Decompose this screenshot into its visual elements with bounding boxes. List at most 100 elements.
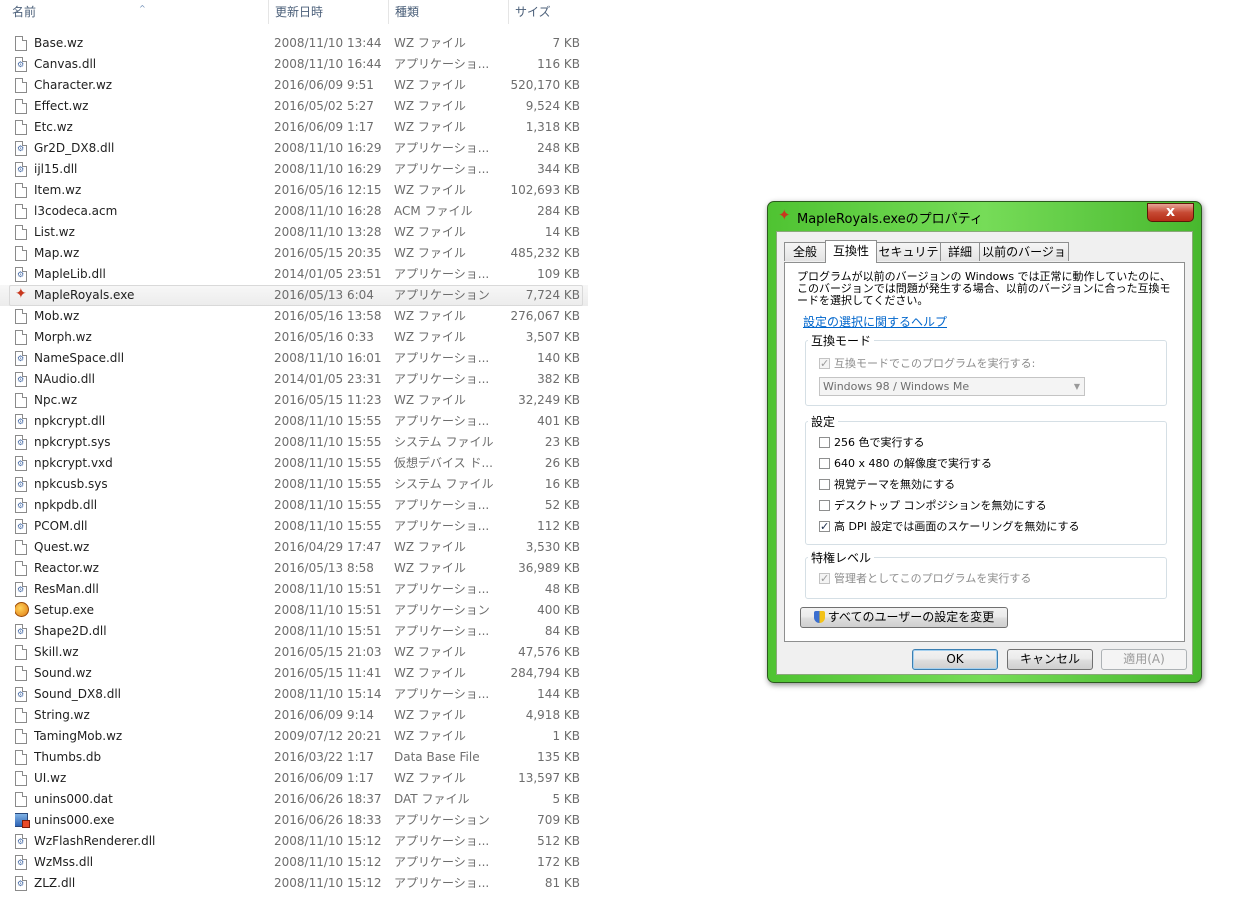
column-header-size[interactable]: サイズ <box>508 0 588 24</box>
column-header-type[interactable]: 種類 <box>388 0 508 24</box>
file-row[interactable]: Morph.wz 2016/05/16 0:33 WZ ファイル 3,507 KB <box>0 327 588 348</box>
tab-general[interactable]: 全般 <box>784 242 826 261</box>
file-row[interactable]: Mob.wz 2016/05/16 13:58 WZ ファイル 276,067 KB <box>0 306 588 327</box>
file-row[interactable]: PCOM.dll 2008/11/10 15:55 アプリケーショ... 112 KB <box>0 516 588 537</box>
file-row[interactable]: npkpdb.dll 2008/11/10 15:55 アプリケーショ... 52 K… <box>0 495 588 516</box>
file-date: 2016/06/09 9:14 <box>274 708 374 722</box>
file-row[interactable]: ✦ MapleRoyals.exe 2016/05/13 6:04 アプリケーション 7… <box>0 285 588 306</box>
file-type: WZ ファイル <box>394 666 466 680</box>
column-header-date[interactable]: 更新日時 <box>268 0 388 24</box>
file-row[interactable]: unins000.exe 2016/06/26 18:33 アプリケーション 709 … <box>0 810 588 831</box>
option-disable-visual-themes[interactable]: 視覚テーマを無効にする <box>819 477 955 493</box>
file-size: 26 KB <box>544 456 580 470</box>
dll-file-icon <box>15 264 31 285</box>
file-row[interactable]: Skill.wz 2016/05/15 21:03 WZ ファイル 47,576 KB <box>0 642 588 663</box>
file-size: 382 KB <box>537 372 580 386</box>
compat-mode-checkbox[interactable]: 互換モードでこのプログラムを実行する: <box>819 356 1035 372</box>
file-type: WZ ファイル <box>394 225 466 239</box>
option-disable-desktop-composition[interactable]: デスクトップ コンポジションを無効にする <box>819 498 1047 514</box>
option-disable-dpi-scaling[interactable]: 高 DPI 設定では画面のスケーリングを無効にする <box>819 519 1079 535</box>
file-size: 1 KB <box>552 729 580 743</box>
file-row[interactable]: ijl15.dll 2008/11/10 16:29 アプリケーショ... 344 K… <box>0 159 588 180</box>
file-row[interactable]: Sound.wz 2016/05/15 11:41 WZ ファイル 284,794 K… <box>0 663 588 684</box>
file-row[interactable]: Map.wz 2016/05/15 20:35 WZ ファイル 485,232 KB <box>0 243 588 264</box>
file-row[interactable]: Setup.exe 2008/11/10 15:51 アプリケーション 400 KB <box>0 600 588 621</box>
file-date: 2016/06/26 18:33 <box>274 813 382 827</box>
file-row[interactable]: Thumbs.db 2016/03/22 1:17 Data Base File 13… <box>0 747 588 768</box>
tab-details[interactable]: 詳細 <box>940 242 980 261</box>
file-row[interactable]: Etc.wz 2016/06/09 1:17 WZ ファイル 1,318 KB <box>0 117 588 138</box>
ok-button[interactable]: OK <box>912 649 998 670</box>
tab-compatibility[interactable]: 互換性 <box>825 240 877 263</box>
checkbox-checked-icon <box>819 356 830 372</box>
run-as-admin-checkbox[interactable]: 管理者としてこのプログラムを実行する <box>819 571 1031 587</box>
compat-os-select[interactable]: Windows 98 / Windows Me ▼ <box>819 377 1085 396</box>
file-row[interactable]: Canvas.dll 2008/11/10 16:44 アプリケーショ... 116 … <box>0 54 588 75</box>
file-row[interactable]: ResMan.dll 2008/11/10 15:51 アプリケーショ... 48 K… <box>0 579 588 600</box>
file-type: アプリケーショ... <box>394 351 490 365</box>
file-row[interactable]: Shape2D.dll 2008/11/10 15:51 アプリケーショ... 84 … <box>0 621 588 642</box>
file-row[interactable]: UI.wz 2016/06/09 1:17 WZ ファイル 13,597 KB <box>0 768 588 789</box>
help-link[interactable]: 設定の選択に関するヘルプ <box>803 313 947 330</box>
file-size: 23 KB <box>544 435 580 449</box>
file-row[interactable]: Reactor.wz 2016/05/13 8:58 WZ ファイル 36,989 K… <box>0 558 588 579</box>
file-row[interactable]: List.wz 2008/11/10 13:28 WZ ファイル 14 KB <box>0 222 588 243</box>
apply-button[interactable]: 適用(A) <box>1101 649 1187 670</box>
file-row[interactable]: WzFlashRenderer.dll 2008/11/10 15:12 アプリケー… <box>0 831 588 852</box>
file-row[interactable]: Sound_DX8.dll 2008/11/10 15:14 アプリケーショ... 1… <box>0 684 588 705</box>
file-type: アプリケーション <box>394 603 490 617</box>
file-row[interactable]: String.wz 2016/06/09 9:14 WZ ファイル 4,918 KB <box>0 705 588 726</box>
file-date: 2016/05/13 8:58 <box>274 561 374 575</box>
dll-file-icon <box>15 348 31 369</box>
file-type: アプリケーショ... <box>394 687 490 701</box>
column-header-name[interactable]: 名前 ^ <box>6 0 268 24</box>
file-name: npkcusb.sys <box>34 477 108 491</box>
file-icon <box>15 663 31 684</box>
tab-previous-versions[interactable]: 以前のバージョン <box>979 242 1069 278</box>
file-row[interactable]: Effect.wz 2016/05/02 5:27 WZ ファイル 9,524 KB <box>0 96 588 117</box>
file-date: 2014/01/05 23:51 <box>274 267 382 281</box>
file-date: 2016/05/15 11:41 <box>274 666 382 680</box>
compat-mode-group-label: 互換モード <box>808 332 875 349</box>
file-row[interactable]: npkcusb.sys 2008/11/10 15:55 システム ファイル 16 K… <box>0 474 588 495</box>
setup-app-icon <box>15 600 31 621</box>
change-all-users-button[interactable]: すべてのユーザーの設定を変更 <box>800 607 1008 628</box>
file-icon <box>15 726 31 747</box>
file-row[interactable]: ZLZ.dll 2008/11/10 15:12 アプリケーショ... 81 KB <box>0 873 588 894</box>
close-button[interactable]: x <box>1147 203 1194 222</box>
file-size: 112 KB <box>537 519 580 533</box>
file-row[interactable]: NameSpace.dll 2008/11/10 16:01 アプリケーショ... 1… <box>0 348 588 369</box>
chevron-down-icon: ▼ <box>1073 382 1080 391</box>
tab-security[interactable]: セキュリティ <box>876 242 941 278</box>
file-name: unins000.exe <box>34 813 115 827</box>
file-row[interactable]: WzMss.dll 2008/11/10 15:12 アプリケーショ... 172 K… <box>0 852 588 873</box>
file-date: 2008/11/10 15:14 <box>274 687 382 701</box>
file-row[interactable]: Npc.wz 2016/05/15 11:23 WZ ファイル 32,249 KB <box>0 390 588 411</box>
file-row[interactable]: Quest.wz 2016/04/29 17:47 WZ ファイル 3,530 KB <box>0 537 588 558</box>
file-row[interactable]: MapleLib.dll 2014/01/05 23:51 アプリケーショ... 10… <box>0 264 588 285</box>
file-row[interactable]: npkcrypt.vxd 2008/11/10 15:55 仮想デバイス ド... 2… <box>0 453 588 474</box>
file-row[interactable]: TamingMob.wz 2009/07/12 20:21 WZ ファイル 1 KB <box>0 726 588 747</box>
file-row[interactable]: npkcrypt.dll 2008/11/10 15:55 アプリケーショ... 40… <box>0 411 588 432</box>
file-row[interactable]: Base.wz 2008/11/10 13:44 WZ ファイル 7 KB <box>0 33 588 54</box>
dll-file-icon <box>15 621 31 642</box>
dialog-titlebar[interactable]: ✦ MapleRoyals.exeのプロパティ x <box>768 202 1201 230</box>
file-date: 2008/11/10 13:28 <box>274 225 382 239</box>
file-date: 2008/11/10 15:55 <box>274 435 382 449</box>
file-row[interactable]: npkcrypt.sys 2008/11/10 15:55 システム ファイル 23 … <box>0 432 588 453</box>
option-256-colors[interactable]: 256 色で実行する <box>819 435 925 451</box>
cancel-button[interactable]: キャンセル <box>1007 649 1093 670</box>
file-row[interactable]: unins000.dat 2016/06/26 18:37 DAT ファイル 5 KB <box>0 789 588 810</box>
file-row[interactable]: NAudio.dll 2014/01/05 23:31 アプリケーショ... 382 … <box>0 369 588 390</box>
file-row[interactable]: Character.wz 2016/06/09 9:51 WZ ファイル 520,17… <box>0 75 588 96</box>
file-size: 284,794 KB <box>510 666 580 680</box>
dll-file-icon <box>15 579 31 600</box>
option-640x480[interactable]: 640 x 480 の解像度で実行する <box>819 456 992 472</box>
file-size: 709 KB <box>537 813 580 827</box>
file-row[interactable]: Item.wz 2016/05/16 12:15 WZ ファイル 102,693 KB <box>0 180 588 201</box>
file-size: 14 KB <box>544 225 580 239</box>
file-row[interactable]: l3codeca.acm 2008/11/10 16:28 ACM ファイル 284 … <box>0 201 588 222</box>
file-size: 16 KB <box>544 477 580 491</box>
file-size: 13,597 KB <box>518 771 580 785</box>
file-row[interactable]: Gr2D_DX8.dll 2008/11/10 16:29 アプリケーショ... 24… <box>0 138 588 159</box>
